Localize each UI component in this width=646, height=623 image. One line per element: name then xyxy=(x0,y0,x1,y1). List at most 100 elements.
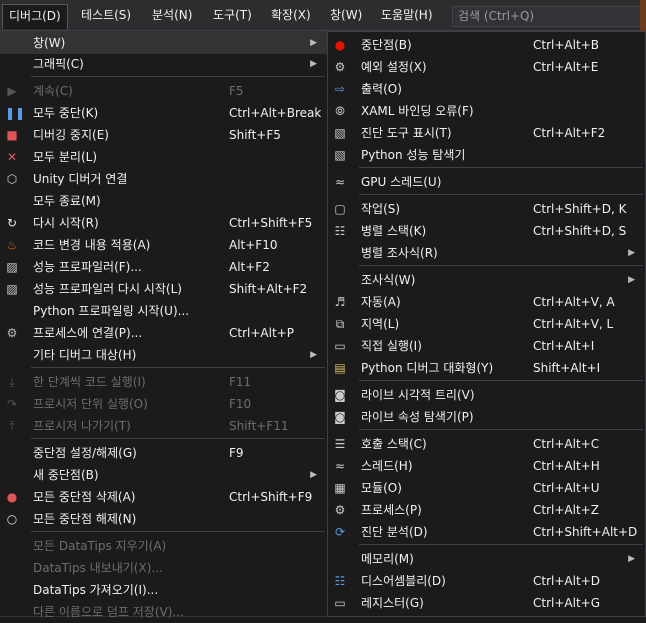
menu-item-label: 진단 분석(D) xyxy=(361,525,428,539)
menu-separator xyxy=(359,265,643,266)
parallel-stacks-icon: ☷ xyxy=(334,224,346,238)
menu-item-shortcut: Alt+F2 xyxy=(229,260,270,274)
menu-item-label: 자동(A) xyxy=(361,295,401,309)
unity-cube-icon: ⬡ xyxy=(6,172,18,186)
menu-item-다시-시작[interactable]: ↻ 다시 시작(R) Ctrl+Shift+F5 xyxy=(0,212,327,234)
menu-item-label: 지역(L) xyxy=(361,317,400,331)
menu-item-진단-도구-표시[interactable]: ▧ 진단 도구 표시(T) Ctrl+Alt+F2 xyxy=(328,122,645,144)
window-submenu: ● 중단점(B) Ctrl+Alt+B ⚙ 예외 설정(X) Ctrl+Alt+E ⇨ 출력(… xyxy=(327,31,646,617)
menu-item-중단점[interactable]: ● 중단점(B) Ctrl+Alt+B xyxy=(328,34,645,56)
menu-item-shortcut: Ctrl+Alt+V, L xyxy=(533,317,614,331)
menu-test[interactable]: 테스트(S) xyxy=(75,5,137,26)
menu-item-라이브-속성-탐색기[interactable]: ◙ 라이브 속성 탐색기(P) xyxy=(328,406,645,428)
menu-item-자동[interactable]: ♬ 자동(A) Ctrl+Alt+V, A xyxy=(328,291,645,313)
breakpoints-icon: ● xyxy=(334,38,346,52)
menu-item-모듈[interactable]: ▦ 모듈(O) Ctrl+Alt+U xyxy=(328,477,645,499)
menu-item-label: 예외 설정(X) xyxy=(361,60,427,74)
search-box[interactable]: 검색 (Ctrl+Q) xyxy=(452,6,642,27)
menu-help[interactable]: 도움말(H) xyxy=(375,5,439,26)
menu-item-python-프로파일링-시작[interactable]: Python 프로파일링 시작(U)... xyxy=(0,300,327,322)
menu-item-모든-중단점-해제[interactable]: ○ 모든 중단점 해제(N) xyxy=(0,508,327,530)
menu-item-프로시저-나가기: ⤒ 프로시저 나가기(T) Shift+F11 xyxy=(0,415,327,437)
menu-item-label: 직접 실행(I) xyxy=(361,339,422,353)
menu-item-shortcut: Shift+Alt+I xyxy=(533,361,601,375)
menu-item-지역[interactable]: ⧉ 지역(L) Ctrl+Alt+V, L xyxy=(328,313,645,335)
stop-icon: ■ xyxy=(6,128,18,142)
menu-item-label: 모든 중단점 삭제(A) xyxy=(33,490,136,504)
menu-item-python-디버그-대화형[interactable]: ▤ Python 디버그 대화형(Y) Shift+Alt+I xyxy=(328,357,645,379)
menu-item-예외-설정[interactable]: ⚙ 예외 설정(X) Ctrl+Alt+E xyxy=(328,56,645,78)
menu-item-조사식[interactable]: 조사식(W) ▶ xyxy=(328,269,645,291)
menu-item-프로시저-단위-실행: ↷ 프로시저 단위 실행(O) F10 xyxy=(0,393,327,415)
menu-item-label: 진단 도구 표시(T) xyxy=(361,126,452,140)
menu-item-xaml-바인딩-오류[interactable]: ⦾ XAML 바인딩 오류(F) xyxy=(328,100,645,122)
menu-item-label: Python 성능 탐색기 xyxy=(361,148,466,162)
immediate-icon: ▭ xyxy=(334,339,346,353)
menu-item-출력[interactable]: ⇨ 출력(O) xyxy=(328,78,645,100)
menu-item-label: 계속(C) xyxy=(33,84,73,98)
menu-item-성능-프로파일러-다시-시작[interactable]: ▨ 성능 프로파일러 다시 시작(L) Shift+Alt+F2 xyxy=(0,278,327,300)
menu-item-label: 성능 프로파일러 다시 시작(L) xyxy=(33,282,182,296)
menu-debug[interactable]: 디버그(D) xyxy=(2,4,68,29)
menu-item-기타-디버그-대상[interactable]: 기타 디버그 대상(H) ▶ xyxy=(0,344,327,366)
menu-extensions[interactable]: 확장(X) xyxy=(265,5,317,26)
menu-item-label: 새 중단점(B) xyxy=(33,468,99,482)
play-icon: ▶ xyxy=(7,84,17,98)
submenu-arrow-icon: ▶ xyxy=(310,470,317,480)
menu-item-호출-스택[interactable]: ☰ 호출 스택(C) Ctrl+Alt+C xyxy=(328,433,645,455)
menu-item-창[interactable]: 창(W) ▶ xyxy=(0,32,327,54)
menu-analyze[interactable]: 분석(N) xyxy=(146,5,198,26)
menu-item-shortcut: Ctrl+Alt+H xyxy=(533,459,600,473)
submenu-arrow-icon: ▶ xyxy=(310,59,317,69)
menu-item-프로세스에-연결[interactable]: ⚙ 프로세스에 연결(P)... Ctrl+Alt+P xyxy=(0,322,327,344)
diagnostic-analysis-icon: ⟳ xyxy=(334,525,346,539)
menu-item-디버깅-중지[interactable]: ■ 디버깅 중지(E) Shift+F5 xyxy=(0,124,327,146)
menu-item-다른-이름으로-덤프-저장: 다른 이름으로 덤프 저장(V)... xyxy=(0,601,327,623)
menu-tools[interactable]: 도구(T) xyxy=(207,5,258,26)
menu-item-계속: ▶ 계속(C) F5 xyxy=(0,80,327,102)
menu-window[interactable]: 창(W) xyxy=(324,5,368,26)
menu-item-라이브-시각적-트리[interactable]: ◙ 라이브 시각적 트리(V) xyxy=(328,384,645,406)
menu-item-프로세스[interactable]: ⚙ 프로세스(P) Ctrl+Alt+Z xyxy=(328,499,645,521)
menu-item-병렬-조사식[interactable]: 병렬 조사식(R) ▶ xyxy=(328,242,645,264)
menu-item-성능-프로파일러[interactable]: ▨ 성능 프로파일러(F)... Alt+F2 xyxy=(0,256,327,278)
output-icon: ⇨ xyxy=(334,82,346,96)
submenu-arrow-icon: ▶ xyxy=(310,350,317,360)
menu-item-python-성능-탐색기[interactable]: ▧ Python 성능 탐색기 xyxy=(328,144,645,166)
menu-item-작업[interactable]: ▢ 작업(S) Ctrl+Shift+D, K xyxy=(328,198,645,220)
menu-item-label: 디버깅 중지(E) xyxy=(33,128,109,142)
menu-item-레지스터[interactable]: ▭ 레지스터(G) Ctrl+Alt+G xyxy=(328,592,645,614)
restart-icon: ↻ xyxy=(6,216,18,230)
menu-item-코드-변경-내용-적용[interactable]: ♨ 코드 변경 내용 적용(A) Alt+F10 xyxy=(0,234,327,256)
menu-item-label: 코드 변경 내용 적용(A) xyxy=(33,238,151,252)
menu-item-모두-중단[interactable]: ❚❚ 모두 중단(K) Ctrl+Alt+Break xyxy=(0,102,327,124)
menu-item-새-중단점[interactable]: 새 중단점(B) ▶ xyxy=(0,464,327,486)
menu-item-label: Python 프로파일링 시작(U)... xyxy=(33,304,190,318)
menu-item-중단점-설정-해제[interactable]: 중단점 설정/해제(G) F9 xyxy=(0,442,327,464)
menu-item-진단-분석[interactable]: ⟳ 진단 분석(D) Ctrl+Shift+Alt+D xyxy=(328,521,645,543)
menu-item-직접-실행[interactable]: ▭ 직접 실행(I) Ctrl+Alt+I xyxy=(328,335,645,357)
menu-item-shortcut: Ctrl+Alt+D xyxy=(533,574,600,588)
menu-item-모든-datatips-지우기: 모든 DataTips 지우기(A) xyxy=(0,535,327,557)
menu-item-그래픽[interactable]: 그래픽(C) ▶ xyxy=(0,53,327,75)
menu-item-shortcut: Ctrl+Shift+F5 xyxy=(229,216,313,230)
menu-item-한-단계씩-코드-실행: ⤓ 한 단계씩 코드 실행(I) F11 xyxy=(0,371,327,393)
menu-item-모든-중단점-삭제[interactable]: ● 모든 중단점 삭제(A) Ctrl+Shift+F9 xyxy=(0,486,327,508)
menu-item-디스어셈블리[interactable]: ☷ 디스어셈블리(D) Ctrl+Alt+D xyxy=(328,570,645,592)
menu-item-스레드[interactable]: ≈ 스레드(H) Ctrl+Alt+H xyxy=(328,455,645,477)
menu-item-메모리[interactable]: 메모리(M) ▶ xyxy=(328,548,645,570)
debug-menu: 창(W) ▶ 그래픽(C) ▶ ▶ 계속(C) F5 ❚❚ 모두 중단(K) Ctrl+Alt+B… xyxy=(0,31,328,619)
call-stack-icon: ☰ xyxy=(334,437,346,451)
menu-item-gpu-스레드[interactable]: ≈ GPU 스레드(U) xyxy=(328,171,645,193)
menu-item-모두-종료[interactable]: 모두 종료(M) xyxy=(0,190,327,212)
menu-item-shortcut: Ctrl+Alt+Break xyxy=(229,106,322,120)
autos-icon: ♬ xyxy=(334,295,346,309)
menu-item-datatips-가져오기[interactable]: DataTips 가져오기(I)... xyxy=(0,579,327,601)
menu-item-unity-디버거-연결[interactable]: ⬡ Unity 디버거 연결 xyxy=(0,168,327,190)
menu-item-모두-분리[interactable]: ✕ 모두 분리(L) xyxy=(0,146,327,168)
menu-item-병렬-스택[interactable]: ☷ 병렬 스택(K) Ctrl+Shift+D, S xyxy=(328,220,645,242)
threads-icon: ≈ xyxy=(334,459,346,473)
menu-item-shortcut: Ctrl+Shift+Alt+D xyxy=(533,525,638,539)
modules-icon: ▦ xyxy=(334,481,346,495)
menu-separator xyxy=(359,429,643,430)
